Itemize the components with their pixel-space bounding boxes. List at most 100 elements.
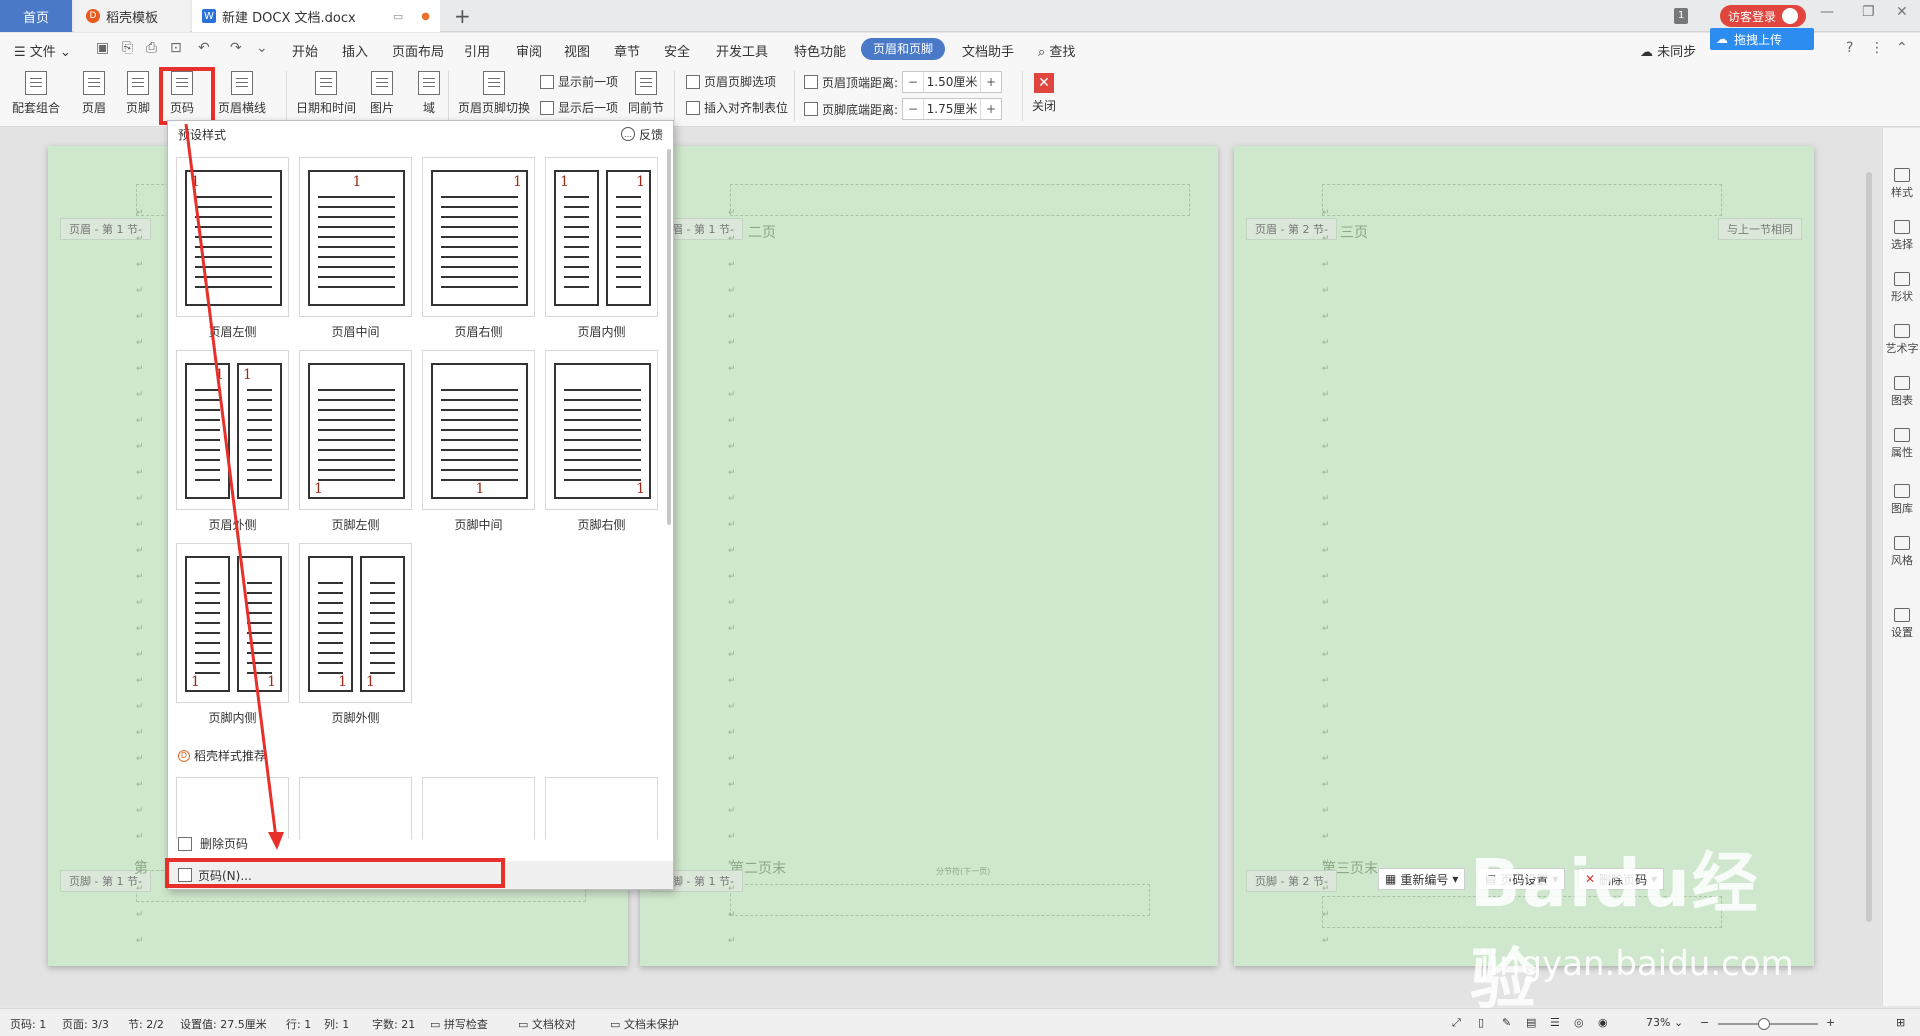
menu-item[interactable]: 开发工具 <box>716 41 768 60</box>
print-icon[interactable]: ⎙ <box>146 40 157 56</box>
zoom-in-icon[interactable]: + <box>1826 1016 1835 1029</box>
status-section[interactable]: 节: 2/2 <box>128 1016 164 1032</box>
doc-protect[interactable]: ▭ 文档未保护 <box>610 1016 679 1032</box>
recommended-style-thumb[interactable] <box>545 777 658 839</box>
footer-bottom-stepper[interactable]: − 1.75厘米 + <box>902 98 1003 120</box>
page-number-style-thumb[interactable]: 1 <box>299 350 412 510</box>
page-number-style-thumb[interactable]: 1 <box>422 350 535 510</box>
login-button[interactable]: 访客登录 <box>1720 5 1807 27</box>
window-count-badge[interactable]: 1 <box>1674 8 1689 24</box>
menu-header-footer[interactable]: 页眉和页脚 <box>861 38 946 60</box>
spell-check[interactable]: ▭ 拼写检查 <box>430 1016 488 1032</box>
picture-button[interactable]: 图片 <box>370 71 394 116</box>
sidebar-item[interactable]: 属性 <box>1883 428 1920 460</box>
menu-item[interactable]: 审阅 <box>516 41 542 60</box>
page-number-style-thumb[interactable]: 1 <box>422 157 535 317</box>
tab-template[interactable]: D 稻壳模板 <box>74 0 190 32</box>
show-prev-button[interactable]: 显示前一项 <box>540 73 618 90</box>
tab-home[interactable]: 首页 <box>0 0 72 32</box>
page-number-style-thumb[interactable]: 11 <box>176 543 289 703</box>
page-settings-button[interactable]: ▤ 页码设置 ▾ <box>1478 868 1566 890</box>
new-tab-button[interactable]: + <box>454 4 471 28</box>
preview-icon[interactable]: ⊡ <box>170 40 182 56</box>
web-view-icon[interactable]: ◎ <box>1574 1016 1584 1029</box>
renumber-button[interactable]: ▦ 重新编号 ▾ <box>1378 868 1466 890</box>
export-icon[interactable]: ⎘ <box>122 40 133 56</box>
status-pages[interactable]: 页面: 3/3 <box>62 1016 109 1032</box>
minimize-icon[interactable]: — <box>1820 4 1834 20</box>
sidebar-item[interactable]: 选择 <box>1883 220 1920 252</box>
menu-item[interactable]: 特色功能 <box>794 41 846 60</box>
menu-item[interactable]: 章节 <box>614 41 640 60</box>
doc-proofread[interactable]: ▭ 文档校对 <box>518 1016 576 1032</box>
eye-protection-icon[interactable]: ◉ <box>1598 1016 1608 1029</box>
vertical-scrollbar[interactable] <box>1862 140 1876 940</box>
feedback-button[interactable]: … 反馈 <box>620 126 663 143</box>
menu-item[interactable]: 开始 <box>292 41 318 60</box>
decrement-icon[interactable]: − <box>903 75 923 89</box>
page-number-button[interactable]: 页码 <box>170 71 194 116</box>
scrollbar-thumb[interactable] <box>1866 172 1872 922</box>
header-top-value[interactable]: 1.50厘米 <box>923 72 982 92</box>
footer-button[interactable]: 页脚 <box>126 71 150 116</box>
page-number-style-thumb[interactable]: 11 <box>176 350 289 510</box>
page-number-style-thumb[interactable]: 1 <box>176 157 289 317</box>
sidebar-item[interactable]: 艺术字 <box>1883 324 1920 356</box>
status-row[interactable]: 行: 1 <box>286 1016 311 1032</box>
hf-switch-button[interactable]: 页眉页脚切换 <box>458 71 530 116</box>
more-menu-icon[interactable]: ⋮ <box>1870 40 1884 56</box>
datetime-button[interactable]: 日期和时间 <box>296 71 356 116</box>
footer-bottom-value[interactable]: 1.75厘米 <box>923 99 982 119</box>
edit-mode-icon[interactable]: ✎ <box>1502 1016 1511 1029</box>
sidebar-item[interactable]: 样式 <box>1883 168 1920 200</box>
menu-doc-assistant[interactable]: 文档助手 <box>962 41 1014 60</box>
decrement-icon[interactable]: − <box>903 102 923 116</box>
field-button[interactable]: 域 <box>418 71 440 116</box>
page-number-menu-item[interactable]: 页码(N)... <box>168 861 673 889</box>
header-area[interactable] <box>730 184 1190 216</box>
save-icon[interactable]: ▣ <box>96 40 109 56</box>
drag-upload-button[interactable]: ☁ 拖拽上传 <box>1710 28 1814 50</box>
recommended-style-thumb[interactable] <box>176 777 289 839</box>
help-icon[interactable]: ? <box>1846 40 1853 56</box>
close-window-icon[interactable]: ✕ <box>1896 4 1908 20</box>
recommended-style-thumb[interactable] <box>422 777 535 839</box>
dropdown-scrollbar[interactable] <box>667 149 671 525</box>
same-as-prev-button[interactable]: 同前节 <box>628 71 664 116</box>
show-next-button[interactable]: 显示后一项 <box>540 99 618 116</box>
zoom-slider-knob[interactable] <box>1758 1018 1770 1030</box>
sidebar-item[interactable]: 形状 <box>1883 272 1920 304</box>
restore-icon[interactable]: ❐ <box>1862 4 1875 20</box>
header-line-button[interactable]: 页眉横线 <box>218 71 266 116</box>
menu-item[interactable]: 页面布局 <box>392 41 444 60</box>
more-icon[interactable]: ⌄ <box>256 40 268 56</box>
insert-align-tab-button[interactable]: 插入对齐制表位 <box>686 99 788 116</box>
status-col[interactable]: 列: 1 <box>324 1016 349 1032</box>
status-setting[interactable]: 设置值: 27.5厘米 <box>180 1016 267 1032</box>
tab-screen-icon[interactable]: ▭ <box>393 10 403 23</box>
page-number-style-thumb[interactable]: 11 <box>545 157 658 317</box>
recommended-style-thumb[interactable] <box>299 777 412 839</box>
sidebar-item[interactable]: 图库 <box>1883 484 1920 516</box>
sync-status[interactable]: ☁ 未同步 <box>1640 41 1696 60</box>
outline-view-icon[interactable]: ☰ <box>1550 1016 1560 1029</box>
delete-page-number-item[interactable]: 删除页码 <box>178 835 248 852</box>
header-button[interactable]: 页眉 <box>82 71 106 116</box>
increment-icon[interactable]: + <box>981 102 1001 116</box>
sidebar-item[interactable]: 风格 <box>1883 536 1920 568</box>
menu-item[interactable]: 引用 <box>464 41 490 60</box>
page-number-style-thumb[interactable]: 11 <box>299 543 412 703</box>
sidebar-item[interactable]: 图表 <box>1883 376 1920 408</box>
menu-item[interactable]: 安全 <box>664 41 690 60</box>
undo-icon[interactable]: ↶ <box>198 40 210 56</box>
zoom-level[interactable]: 73% ⌄ <box>1646 1016 1683 1029</box>
menu-item[interactable]: 视图 <box>564 41 590 60</box>
close-hf-button[interactable]: ✕ 关闭 <box>1032 73 1056 114</box>
zoom-out-icon[interactable]: − <box>1700 1016 1709 1029</box>
menu-file[interactable]: ☰ 文件 ⌄ <box>14 41 71 60</box>
status-words[interactable]: 字数: 21 <box>372 1016 415 1032</box>
redo-icon[interactable]: ↷ <box>230 40 242 56</box>
sidebar-item[interactable]: 设置 <box>1883 608 1920 640</box>
collapse-ribbon-icon[interactable]: ⌃ <box>1896 40 1908 56</box>
increment-icon[interactable]: + <box>981 75 1001 89</box>
